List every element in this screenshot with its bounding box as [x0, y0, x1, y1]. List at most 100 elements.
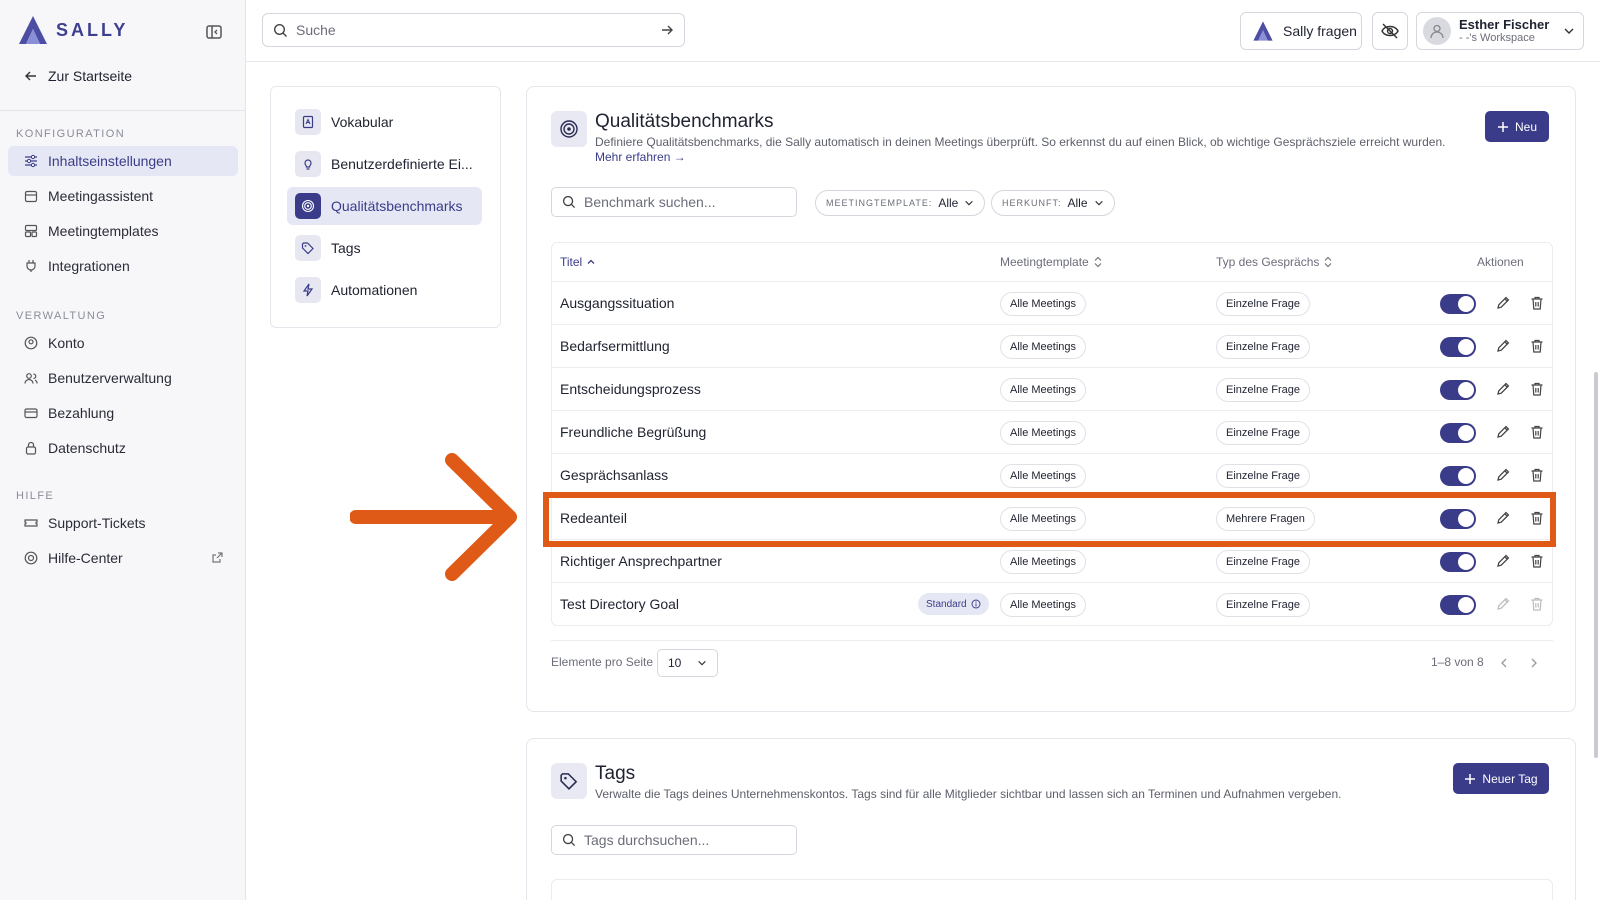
- tags-card: Tags Verwalte die Tags deines Unternehme…: [526, 738, 1576, 900]
- subnav-item-vokabular[interactable]: Vokabular: [287, 103, 482, 141]
- trash-icon[interactable]: [1528, 337, 1546, 355]
- tag-icon: [551, 763, 587, 799]
- subnav-item-automationen[interactable]: Automationen: [287, 271, 482, 309]
- table-row[interactable]: Test Directory Goal Standard Alle Meetings…: [552, 582, 1552, 625]
- back-label: Zur Startseite: [48, 68, 133, 84]
- edit-icon[interactable]: [1494, 466, 1512, 484]
- nav-label: Benutzerverwaltung: [48, 370, 172, 386]
- sidebar-item-benutzerverwaltung[interactable]: Benutzerverwaltung: [8, 363, 238, 393]
- benchmark-toggle[interactable]: [1440, 337, 1476, 357]
- table-row[interactable]: Gesprächsanlass Alle Meetings Einzelne Fra…: [552, 453, 1552, 496]
- benchmark-search-input[interactable]: Benchmark suchen...: [551, 187, 797, 217]
- trash-icon[interactable]: [1528, 380, 1546, 398]
- new-benchmark-button[interactable]: Neu: [1485, 111, 1549, 142]
- edit-icon[interactable]: [1494, 294, 1512, 312]
- edit-icon[interactable]: [1494, 423, 1512, 441]
- template-icon: [24, 224, 38, 238]
- nav-label: Datenschutz: [48, 440, 126, 456]
- benchmark-toggle[interactable]: [1440, 466, 1476, 486]
- table-row[interactable]: Entscheidungsprozess Alle Meetings Einzeln…: [552, 367, 1552, 410]
- column-header-actions: Aktionen: [1477, 255, 1524, 269]
- tag-icon: [295, 235, 321, 261]
- user-icon: [1430, 24, 1444, 39]
- external-link-icon: [212, 552, 223, 563]
- column-header-template[interactable]: Meetingtemplate: [1000, 255, 1103, 269]
- table-body: Ausgangssituation Alle Meetings Einzelne F…: [552, 281, 1552, 625]
- sally-logo[interactable]: SALLY: [16, 14, 128, 46]
- tags-table: [551, 879, 1553, 900]
- new-tag-button[interactable]: Neuer Tag: [1453, 763, 1549, 794]
- sidebar-item-support-tickets[interactable]: Support-Tickets: [8, 508, 238, 538]
- column-label: Meetingtemplate: [1000, 255, 1089, 269]
- edit-icon[interactable]: [1494, 509, 1512, 527]
- column-label: Typ des Gesprächs: [1216, 255, 1320, 269]
- nav-label: Support-Tickets: [48, 515, 146, 531]
- plus-icon: [1497, 121, 1508, 132]
- benchmark-toggle[interactable]: [1440, 380, 1476, 400]
- collapse-sidebar-icon[interactable]: [204, 22, 224, 42]
- column-header-type[interactable]: Typ des Gesprächs: [1216, 255, 1333, 269]
- edit-icon[interactable]: [1494, 380, 1512, 398]
- benchmark-toggle[interactable]: [1440, 509, 1476, 529]
- benchmarks-description-text: Definiere Qualitätsbenchmarks, die Sally…: [595, 135, 1446, 149]
- type-pill: Einzelne Frage: [1216, 421, 1310, 445]
- table-header: Titel Meetingtemplate Typ des Gesprächs …: [552, 243, 1552, 281]
- sidebar-divider: [0, 110, 246, 111]
- table-row[interactable]: Redeanteil Alle Meetings Mehrere Fragen: [552, 496, 1552, 539]
- sidebar-item-inhaltseinstellungen[interactable]: Inhaltseinstellungen: [8, 146, 238, 176]
- trash-icon[interactable]: [1528, 294, 1546, 312]
- edit-icon[interactable]: [1494, 595, 1512, 613]
- learn-more-link[interactable]: Mehr erfahren →: [595, 150, 686, 164]
- column-header-title[interactable]: Titel: [560, 255, 596, 269]
- meetingtemplate-filter[interactable]: MEETINGTEMPLATE: Alle: [815, 190, 986, 216]
- template-pill: Alle Meetings: [1000, 421, 1087, 445]
- arrow-right-icon[interactable]: [660, 23, 674, 37]
- back-to-home-link[interactable]: Zur Startseite: [24, 68, 132, 84]
- benchmark-toggle[interactable]: [1440, 595, 1476, 615]
- calendar-icon: [24, 190, 38, 203]
- table-row[interactable]: Bedarfsermittlung Alle Meetings Einzelne F…: [552, 324, 1552, 367]
- table-row[interactable]: Freundliche Begrüßung Alle Meetings Einzel…: [552, 410, 1552, 453]
- type-pill: Mehrere Fragen: [1216, 507, 1315, 531]
- edit-icon[interactable]: [1494, 337, 1512, 355]
- row-title: Bedarfsermittlung: [560, 338, 670, 354]
- target-icon: [295, 193, 321, 219]
- subnav-item-qualitaetsbenchmarks[interactable]: Qualitätsbenchmarks: [287, 187, 482, 225]
- chevron-right-icon[interactable]: [1527, 656, 1541, 670]
- ask-sally-button[interactable]: Sally fragen: [1240, 12, 1362, 50]
- chevron-left-icon[interactable]: [1497, 656, 1511, 670]
- row-title: Redeanteil: [560, 510, 627, 526]
- sidebar-item-integrationen[interactable]: Integrationen: [8, 251, 238, 281]
- sidebar-item-konto[interactable]: Konto: [8, 328, 238, 358]
- page-scrollbar[interactable]: [1594, 372, 1598, 758]
- user-info: Esther Fischer - -'s Workspace: [1459, 17, 1549, 45]
- user-menu-button[interactable]: Esther Fischer - -'s Workspace: [1416, 12, 1584, 50]
- type-pill: Einzelne Frage: [1216, 292, 1310, 316]
- benchmark-toggle[interactable]: [1440, 552, 1476, 572]
- trash-icon[interactable]: [1528, 423, 1546, 441]
- sidebar-item-meetingassistent[interactable]: Meetingassistent: [8, 181, 238, 211]
- tags-search-input[interactable]: Tags durchsuchen...: [551, 825, 797, 855]
- sidebar-item-bezahlung[interactable]: Bezahlung: [8, 398, 238, 428]
- trash-icon[interactable]: [1528, 509, 1546, 527]
- edit-icon[interactable]: [1494, 552, 1512, 570]
- benchmark-toggle[interactable]: [1440, 423, 1476, 443]
- hide-visibility-button[interactable]: [1372, 12, 1408, 50]
- table-row[interactable]: Richtiger Ansprechpartner Alle Meetings Ei…: [552, 539, 1552, 582]
- table-row[interactable]: Ausgangssituation Alle Meetings Einzelne F…: [552, 281, 1552, 324]
- sidebar-item-hilfe-center[interactable]: Hilfe-Center: [8, 543, 238, 573]
- trash-icon[interactable]: [1528, 552, 1546, 570]
- sidebar-item-datenschutz[interactable]: Datenschutz: [8, 433, 238, 463]
- info-icon: [971, 599, 981, 609]
- per-page-select[interactable]: 10: [657, 649, 718, 677]
- trash-icon[interactable]: [1528, 466, 1546, 484]
- trash-icon[interactable]: [1528, 595, 1546, 613]
- type-pill: Einzelne Frage: [1216, 378, 1310, 402]
- subnav-item-tags[interactable]: Tags: [287, 229, 482, 267]
- benchmark-toggle[interactable]: [1440, 294, 1476, 314]
- subnav-item-benutzerdefinierte[interactable]: Benutzerdefinierte Ei...: [287, 145, 482, 183]
- chevron-down-icon: [965, 200, 974, 206]
- sidebar-item-meetingtemplates[interactable]: Meetingtemplates: [8, 216, 238, 246]
- herkunft-filter[interactable]: HERKUNFT: Alle: [991, 190, 1115, 216]
- global-search-input[interactable]: Suche: [262, 13, 685, 47]
